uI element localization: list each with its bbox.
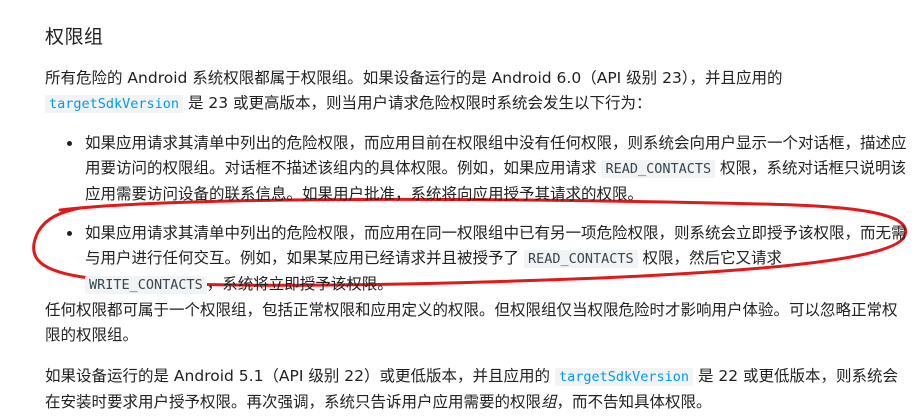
list-item: 如果应用请求其清单中列出的危险权限，而应用在同一权限组中已有另一项危险权限，则系… — [45, 221, 907, 298]
intro-text-2: 是 23 或更高版本，则当用户请求危险权限时系统会发生以下行为： — [183, 94, 652, 112]
bullet2-text-2: 权限，然后它又请求 — [637, 249, 783, 267]
para2-text: 任何权限都可属于一个权限组，包括正常权限和应用定义的权限。但权限组仅当权限危险时… — [45, 301, 898, 344]
bullet2-text-1: 如果应用请求其清单中列出的危险权限，而应用在同一权限组中已有另一项危险权限，则系… — [85, 224, 907, 267]
target-sdk-version-link[interactable]: targetSdkVersion — [554, 368, 694, 386]
intro-paragraph: 所有危险的 Android 系统权限都属于权限组。如果设备运行的是 Androi… — [45, 66, 900, 117]
legacy-paragraph: 如果设备运行的是 Android 5.1（API 级别 22）或更低版本，并且应… — [45, 364, 900, 415]
write-contacts-code: WRITE_CONTACTS — [85, 276, 207, 294]
bullet2-text-3: ，系统将立即授予该权限。 — [206, 275, 393, 293]
target-sdk-version-link[interactable]: targetSdkVersion — [45, 95, 184, 113]
section-heading: 权限组 — [45, 26, 104, 48]
para3-text-3: ，而不告知具体权限。 — [556, 393, 712, 411]
group-emphasis: 组 — [541, 393, 557, 411]
read-contacts-code: READ_CONTACTS — [601, 160, 716, 178]
permission-group-paragraph: 任何权限都可属于一个权限组，包括正常权限和应用定义的权限。但权限组仅当权限危险时… — [45, 298, 900, 348]
intro-text-1: 所有危险的 Android 系统权限都属于权限组。如果设备运行的是 Androi… — [45, 69, 783, 87]
bullet-dot-icon — [67, 231, 72, 236]
bullet-dot-icon — [67, 141, 72, 146]
list-item: 如果应用请求其清单中列出的危险权限，而应用目前在权限组中没有任何权限，则系统会向… — [45, 131, 907, 207]
read-contacts-code: READ_CONTACTS — [523, 250, 638, 268]
para3-text-1: 如果设备运行的是 Android 5.1（API 级别 22）或更低版本，并且应… — [45, 367, 555, 385]
behavior-list: 如果应用请求其清单中列出的危险权限，而应用目前在权限组中没有任何权限，则系统会向… — [45, 131, 907, 312]
